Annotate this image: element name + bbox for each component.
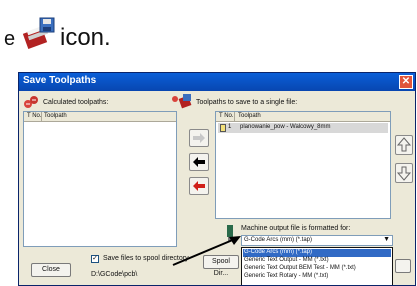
- document-line: e icon.: [0, 4, 417, 62]
- browse-button[interactable]: [395, 259, 411, 273]
- move-down-button[interactable]: [395, 163, 413, 183]
- dropdown-option[interactable]: Generic Text Output - MM (*.txt): [243, 257, 329, 265]
- move-all-left-button[interactable]: [189, 177, 209, 195]
- arrow-right-icon: [193, 133, 205, 143]
- row-number: 1: [228, 124, 232, 130]
- row-toolpath-name: planowanie_pow - Walcowy_8mm: [240, 124, 331, 130]
- toolpaths-to-save-label: Toolpaths to save to a single file:: [196, 99, 298, 106]
- arrow-left-icon: [193, 157, 205, 167]
- document-text: icon.: [60, 24, 111, 51]
- arrow-down-icon: [396, 166, 412, 181]
- toolpath-disk-icon: [22, 17, 55, 49]
- column-header-toolpath: Toolpath: [238, 113, 261, 119]
- arrow-up-icon: [396, 137, 412, 152]
- calculated-toolpaths-icon: [24, 96, 38, 108]
- save-toolpaths-icon: [172, 94, 192, 109]
- calculated-toolpaths-list[interactable]: T No. Toolpath: [23, 111, 177, 247]
- save-toolpaths-dialog: Save Toolpaths ✕ Calculated toolpaths: T…: [18, 72, 416, 286]
- list-header: T No. Toolpath: [24, 112, 176, 122]
- column-header-tno: T No.: [27, 113, 42, 119]
- dialog-title: Save Toolpaths: [23, 75, 97, 86]
- toolpath-row-icon: [220, 124, 226, 132]
- dropdown-option[interactable]: G-Code Arcs (mm) (*.tap): [243, 249, 391, 257]
- list-header: T No. Toolpath: [216, 112, 390, 122]
- dropdown-option[interactable]: Generic Text Rotary - MM (*.txt): [243, 273, 328, 281]
- move-right-button[interactable]: [189, 129, 209, 147]
- save-to-spool-checkbox[interactable]: ✓: [91, 255, 99, 263]
- close-button[interactable]: Close: [31, 263, 71, 277]
- spool-path: D:\GCode\pcb\: [91, 271, 138, 278]
- post-processor-select[interactable]: G-Code Arcs (mm) (*.tap) ▼: [241, 235, 393, 246]
- dropdown-option[interactable]: Generic Text Output BEM Test - MM (*.txt…: [243, 265, 356, 273]
- column-header-tno: T No.: [219, 113, 234, 119]
- post-processor-dropdown[interactable]: G-Code Arcs (mm) (*.tap) Generic Text Ou…: [241, 247, 393, 285]
- table-row[interactable]: 1 planowanie_pow - Walcowy_8mm: [218, 123, 388, 133]
- calculated-toolpaths-label: Calculated toolpaths:: [43, 99, 109, 106]
- move-up-button[interactable]: [395, 135, 413, 155]
- post-processor-value: G-Code Arcs (mm) (*.tap): [244, 237, 313, 243]
- column-header-toolpath: Toolpath: [44, 113, 67, 119]
- chevron-down-icon[interactable]: ▼: [383, 236, 390, 243]
- spool-dir-button[interactable]: Spool Dir...: [203, 255, 239, 277]
- arrow-left-red-icon: [193, 181, 205, 191]
- machine-output-label: Machine output file is formatted for:: [241, 225, 351, 232]
- toolpaths-to-save-list[interactable]: T No. Toolpath 1 planowanie_pow - Walcow…: [215, 111, 391, 219]
- document-text-fragment: e: [4, 28, 16, 50]
- move-left-button[interactable]: [189, 153, 209, 171]
- save-to-spool-label: Save files to spool directory: [103, 255, 189, 262]
- close-icon[interactable]: ✕: [399, 75, 413, 89]
- title-bar: Save Toolpaths ✕: [19, 73, 415, 91]
